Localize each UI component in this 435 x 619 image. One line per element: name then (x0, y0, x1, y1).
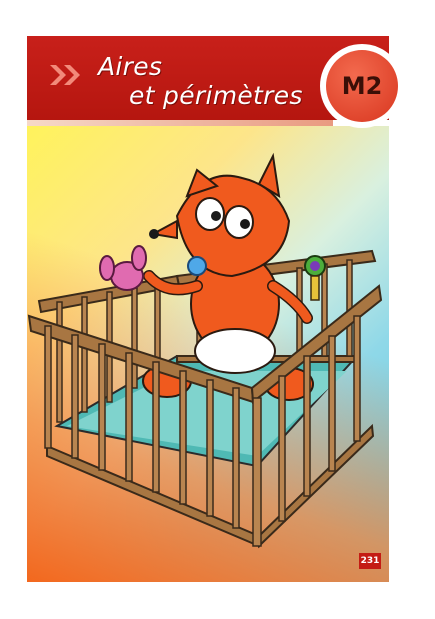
chapter-title-line-2: et périmètres (129, 81, 303, 110)
chapter-title-line-1: Aires (98, 52, 163, 81)
double-chevron-icon (50, 65, 80, 85)
diaper (194, 328, 276, 374)
chapter-badge: M2 (320, 44, 404, 128)
fox-nose (149, 229, 159, 239)
page-number: 231 (359, 553, 381, 569)
chapter-illustration (27, 126, 389, 582)
pacifier (187, 256, 207, 276)
chapter-badge-circle: M2 (326, 50, 398, 122)
chapter-code: M2 (341, 72, 383, 100)
fox-in-crib-drawing (27, 152, 383, 549)
pink-plush-toy (99, 245, 147, 291)
